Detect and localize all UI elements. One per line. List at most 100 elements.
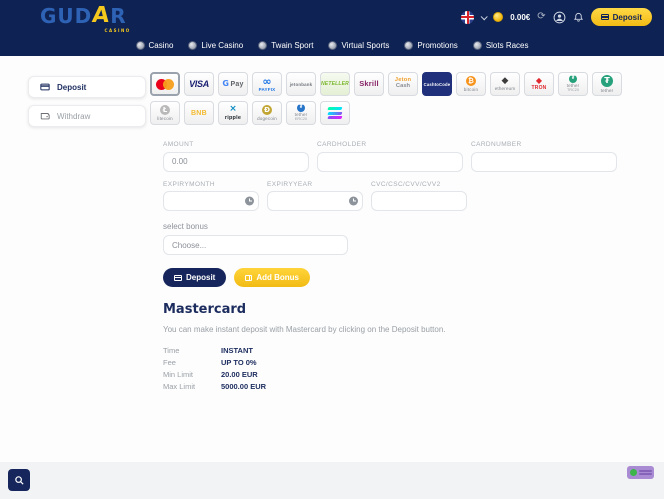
- top-bar: GUDAR CASINO 0.00€ ⟳ Deposit: [0, 0, 664, 56]
- nav-item-live-casino[interactable]: Live Casino: [188, 41, 243, 50]
- payment-method-solana[interactable]: [320, 101, 350, 125]
- notifications-bell-icon[interactable]: [573, 12, 584, 23]
- site-logo[interactable]: GUDAR CASINO: [40, 6, 127, 28]
- payment-method-ripple[interactable]: × ripple: [218, 101, 248, 125]
- form-row-2: EXPIRYMONTH EXPIRYYEAR CVC/CSC/CVV/CVV2: [163, 181, 623, 212]
- payment-label: Pay: [231, 81, 244, 88]
- nav-item-promotions[interactable]: Promotions: [404, 41, 457, 50]
- slots-races-icon: [473, 41, 482, 50]
- clock-icon: [245, 196, 254, 205]
- payment-glyph-icon: ◆: [502, 77, 509, 86]
- nav-item-twain-sport[interactable]: Twain Sport: [258, 41, 313, 50]
- expirymonth-label: EXPIRYMONTH: [163, 181, 259, 188]
- payment-sublabel: TRC20: [567, 89, 579, 93]
- sidebar-item-withdraw[interactable]: Withdraw: [28, 105, 146, 127]
- deposit-submit-button[interactable]: Deposit: [163, 268, 226, 287]
- payment-method-bitcoin[interactable]: ₿ bitcoin: [456, 72, 486, 96]
- payment-glyph-icon: ₮: [601, 75, 613, 87]
- header-deposit-button[interactable]: Deposit: [591, 8, 652, 26]
- search-icon: [14, 475, 25, 486]
- profile-icon[interactable]: [553, 11, 566, 24]
- payment-glyph-icon: ∞: [262, 76, 271, 87]
- payment-method-dogecoin[interactable]: Ð dogecoin: [252, 101, 282, 125]
- payment-method-ethereum[interactable]: ◆ ethereum: [490, 72, 520, 96]
- cardnumber-input[interactable]: [471, 152, 617, 172]
- sidebar-item-deposit[interactable]: Deposit: [28, 76, 146, 98]
- widget-lines: [639, 470, 652, 475]
- info-label: Min Limit: [163, 370, 221, 379]
- cvc-label: CVC/CSC/CVV/CVV2: [371, 181, 467, 188]
- payment-method-neteller[interactable]: NETELLER: [320, 72, 350, 96]
- payment-glyph-icon: G: [222, 80, 229, 88]
- expiryyear-field-group: EXPIRYYEAR: [267, 181, 363, 212]
- payment-method-payfix[interactable]: ∞ PAYFIX: [252, 72, 282, 96]
- header-deposit-label: Deposit: [613, 13, 642, 22]
- chat-widget-badge[interactable]: [627, 466, 654, 479]
- nav-item-virtual-sports[interactable]: Virtual Sports: [328, 41, 389, 50]
- payment-sidebar: Deposit Withdraw: [28, 76, 146, 127]
- cardholder-field-group: CARDHOLDER: [317, 141, 463, 172]
- expirymonth-field-group: EXPIRYMONTH: [163, 181, 259, 212]
- payment-method-litecoin[interactable]: Ł litecoin: [150, 101, 180, 125]
- header-row: GUDAR CASINO 0.00€ ⟳ Deposit: [0, 0, 664, 34]
- deposit-content: VISA G Pay ∞ PAYFIX jetonbank NETELLER S…: [150, 72, 650, 392]
- nav-item-slots-races[interactable]: Slots Races: [473, 41, 529, 50]
- cardnumber-field-group: CARDNUMBER: [471, 141, 617, 172]
- info-value: 5000.00 EUR: [221, 382, 266, 391]
- method-info-row: Max Limit 5000.00 EUR: [163, 380, 650, 392]
- payment-method-jetoncash[interactable]: Jeton Cash: [388, 72, 418, 96]
- main-nav: Casino Live Casino Twain Sport Virtual S…: [0, 34, 664, 56]
- payment-label: PAYFIX: [259, 88, 276, 93]
- amount-input[interactable]: [163, 152, 309, 172]
- payment-label: BNB: [191, 110, 207, 117]
- logo-text-left: GUD: [40, 4, 92, 28]
- bonus-select[interactable]: Choose...: [163, 235, 348, 255]
- method-info-row: Min Limit 20.00 EUR: [163, 368, 650, 380]
- nav-item-casino[interactable]: Casino: [136, 41, 174, 50]
- gift-icon: [245, 275, 252, 281]
- payment-method-bnb[interactable]: BNB: [184, 101, 214, 125]
- payment-glyph-icon: ₮: [569, 75, 577, 83]
- payment-method-tron[interactable]: ◆ TRON: [524, 72, 554, 96]
- casino-icon: [136, 41, 145, 50]
- payment-label: litecoin: [157, 117, 173, 122]
- virtual-sports-icon: [328, 41, 337, 50]
- chevron-down-icon[interactable]: [481, 13, 488, 20]
- payment-glyph-icon: ₮: [297, 104, 305, 112]
- coin-icon: [493, 12, 503, 22]
- payment-method-cashtocode[interactable]: CashtoCode: [422, 72, 452, 96]
- payment-label: CashtoCode: [424, 83, 451, 87]
- payment-sublabel: Cash: [396, 84, 410, 90]
- payment-method-tether-erc20[interactable]: ₮ tether ERC20: [286, 101, 316, 125]
- info-value: INSTANT: [221, 346, 253, 355]
- add-bonus-label: Add Bonus: [256, 273, 299, 282]
- deposit-card-icon: [40, 82, 50, 92]
- payment-label: NETELLER: [321, 82, 349, 87]
- payment-method-visa[interactable]: VISA: [184, 72, 214, 96]
- solana-bars-icon: [328, 107, 342, 119]
- payment-method-tether-trc20[interactable]: ₮ tether TRC20: [558, 72, 588, 96]
- cvc-input[interactable]: [371, 191, 467, 211]
- payment-label: ethereum: [495, 87, 516, 92]
- bonus-select-value: Choose...: [172, 241, 206, 250]
- info-label: Time: [163, 346, 221, 355]
- payment-method-jetonbank[interactable]: jetonbank: [286, 72, 316, 96]
- payment-method-tether[interactable]: ₮ tether: [592, 72, 622, 96]
- card-icon: [601, 14, 609, 20]
- method-info-row: Fee UP TO 0%: [163, 356, 650, 368]
- payment-method-skrill[interactable]: Skrill: [354, 72, 384, 96]
- payment-method-mastercard[interactable]: [150, 72, 180, 96]
- sidebar-deposit-label: Deposit: [57, 83, 86, 92]
- balance-amount: 0.00€: [510, 13, 530, 22]
- payment-glyph-icon: ₿: [466, 76, 476, 86]
- search-fab-button[interactable]: [8, 469, 30, 491]
- refresh-balance-icon[interactable]: ⟳: [537, 12, 545, 22]
- payment-label: Skrill: [359, 80, 379, 88]
- add-bonus-button[interactable]: Add Bonus: [234, 268, 310, 287]
- clock-icon: [349, 196, 358, 205]
- language-flag-icon[interactable]: [461, 11, 474, 24]
- cardholder-input[interactable]: [317, 152, 463, 172]
- info-label: Fee: [163, 358, 221, 367]
- payment-sublabel: ERC20: [295, 118, 307, 122]
- payment-method-gpay[interactable]: G Pay: [218, 72, 248, 96]
